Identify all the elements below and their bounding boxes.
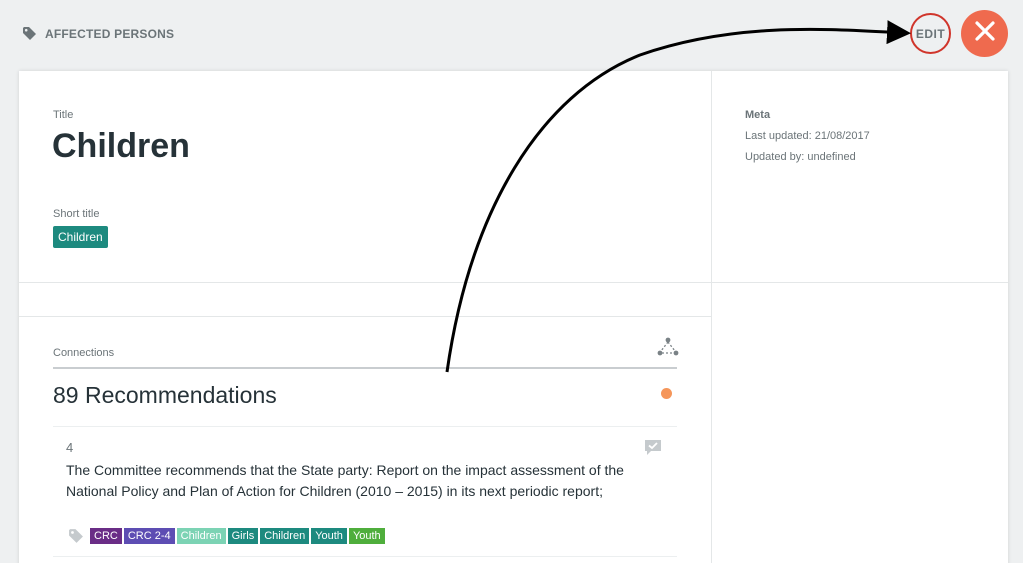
annotation-arrow: [445, 20, 911, 373]
